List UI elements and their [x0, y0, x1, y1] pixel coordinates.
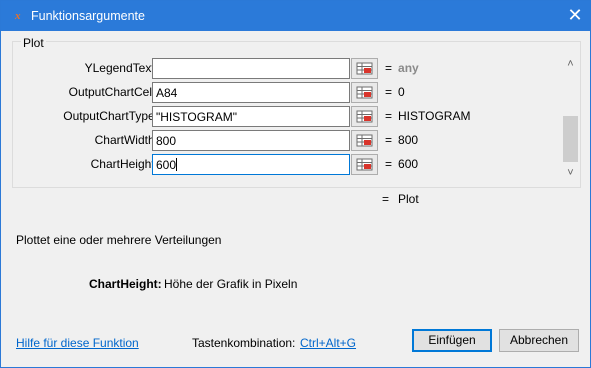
collapse-dialog-icon: [356, 110, 373, 123]
range-select-button[interactable]: [351, 154, 378, 175]
argument-row-chartwidth: ChartWidth: 800 = 800: [13, 128, 561, 152]
shortcut-label: Tastenkombination:: [192, 336, 296, 350]
argument-row-ylegendtext: YLegendText: = any: [13, 56, 561, 80]
argument-result: = 0: [385, 85, 405, 99]
cancel-button[interactable]: Abbrechen: [499, 329, 579, 352]
outputcharttype-input[interactable]: "HISTOGRAM": [152, 106, 350, 127]
collapse-dialog-icon: [356, 62, 373, 75]
argument-row-outputcharttype: OutputChartType: "HISTOGRAM" = HISTOGRAM: [13, 104, 561, 128]
title-bar[interactable]: x Funktionsargumente ✕: [1, 1, 590, 31]
argument-row-outputchartcell: OutputChartCell: A84 = 0: [13, 80, 561, 104]
arguments-scrollbar[interactable]: ˄ ˅: [562, 56, 579, 182]
argument-label: OutputChartType:: [63, 109, 158, 123]
scroll-up-icon[interactable]: ˄: [562, 56, 579, 73]
collapse-dialog-icon: [356, 158, 373, 171]
close-button[interactable]: ✕: [560, 1, 590, 31]
scroll-thumb[interactable]: [563, 116, 578, 162]
argument-help-name: ChartHeight:: [89, 277, 162, 291]
function-description: Plottet eine oder mehrere Verteilungen: [16, 233, 222, 247]
argument-result: = 800: [385, 133, 419, 147]
range-select-button[interactable]: [351, 130, 378, 151]
text-caret: [176, 158, 178, 171]
collapse-dialog-icon: [356, 86, 373, 99]
range-select-button[interactable]: [351, 106, 378, 127]
argument-label: ChartWidth:: [94, 133, 158, 147]
argument-rows: YLegendText: =any OutputChartCell: A84: [13, 56, 561, 182]
argument-label: ChartHeight:: [90, 157, 158, 171]
function-result: = Plot: [382, 192, 419, 206]
range-select-button[interactable]: [351, 58, 378, 79]
argument-result: = HISTOGRAM: [385, 109, 471, 123]
argument-row-chartheight: ChartHeight: 600 = 600: [13, 152, 561, 176]
argument-label: YLegendText:: [84, 61, 158, 75]
scroll-down-icon[interactable]: ˅: [562, 165, 579, 182]
argument-help-text: Höhe der Grafik in Pixeln: [164, 277, 298, 291]
excel-app-icon: x: [15, 10, 21, 22]
outputchartcell-input[interactable]: A84: [152, 82, 350, 103]
ylegendtext-input[interactable]: [152, 58, 350, 79]
insert-button[interactable]: Einfügen: [412, 329, 492, 352]
chartwidth-input[interactable]: 800: [152, 130, 350, 151]
function-arguments-dialog: x Funktionsargumente ✕ Plot YLegendText:: [0, 0, 591, 368]
argument-result: = any: [385, 61, 419, 75]
chartheight-input[interactable]: 600: [152, 154, 350, 175]
range-select-button[interactable]: [351, 82, 378, 103]
argument-label: OutputChartCell:: [68, 85, 158, 99]
collapse-dialog-icon: [356, 134, 373, 147]
function-name-label: Plot: [21, 36, 46, 50]
shortcut-link[interactable]: Ctrl+Alt+G: [300, 336, 356, 350]
window-title: Funktionsargumente: [31, 9, 145, 23]
argument-result: = 600: [385, 157, 419, 171]
arguments-groupbox: Plot YLegendText: = any OutputChartCell:…: [12, 36, 581, 188]
help-link[interactable]: Hilfe für diese Funktion: [16, 336, 139, 350]
